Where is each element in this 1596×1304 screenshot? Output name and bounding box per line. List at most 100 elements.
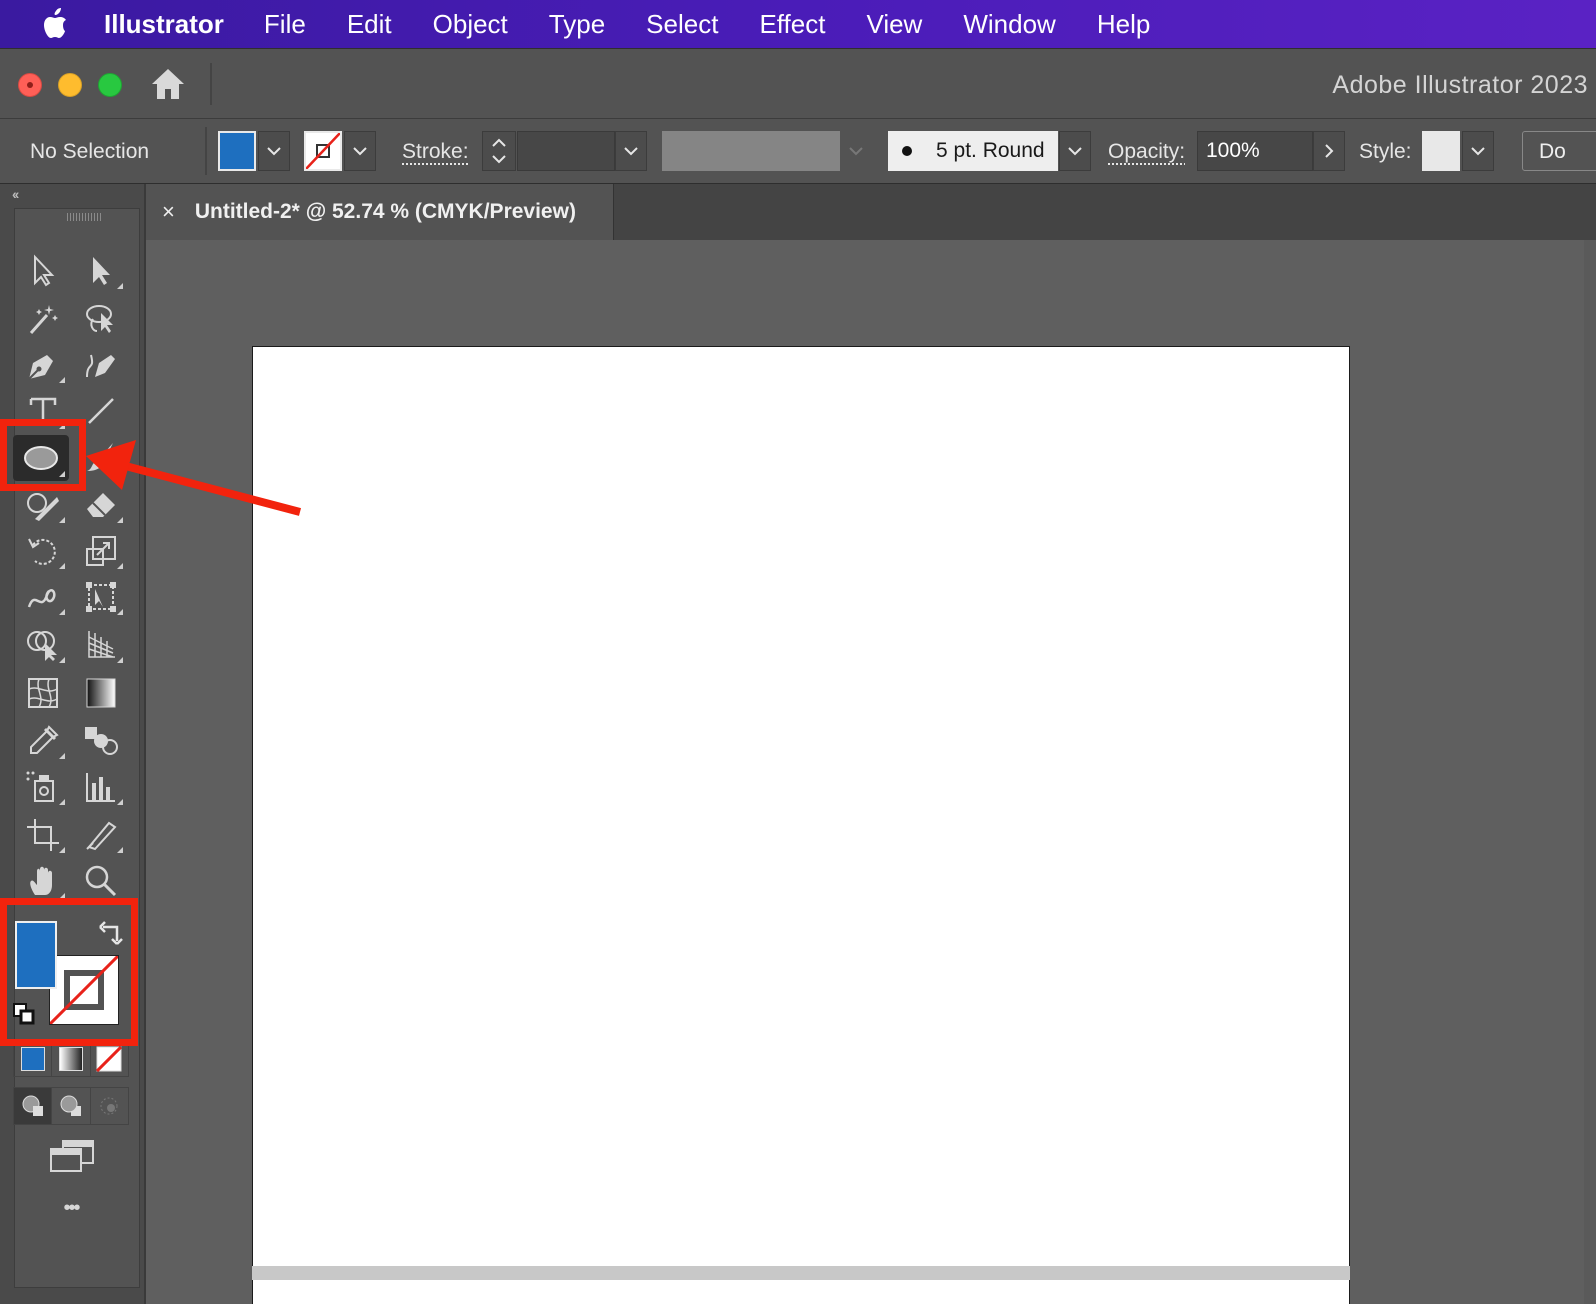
scale-icon <box>86 536 116 566</box>
swap-fill-stroke-icon[interactable] <box>99 921 125 947</box>
control-separator <box>205 127 207 175</box>
gradient-icon <box>86 678 116 708</box>
chevron-down-icon <box>849 147 863 156</box>
graphic-style-swatch[interactable] <box>1422 131 1460 171</box>
hand-icon <box>30 866 52 895</box>
zoom-window-button[interactable] <box>98 73 122 97</box>
document-setup-button[interactable]: Do <box>1522 131 1596 171</box>
gradient-mode-button[interactable] <box>51 1042 89 1076</box>
more-tools-indicator <box>59 471 65 477</box>
rotate-tool[interactable] <box>17 529 69 573</box>
home-icon[interactable] <box>150 67 186 101</box>
brush-dropdown[interactable] <box>1059 131 1091 171</box>
none-swatch-icon <box>96 1046 123 1072</box>
menu-select[interactable]: Select <box>646 9 718 40</box>
symbol-sprayer-icon <box>26 771 54 802</box>
menu-help[interactable]: Help <box>1097 9 1150 40</box>
brush-label: 5 pt. Round <box>936 139 1045 162</box>
selection-arrow-icon <box>34 254 55 287</box>
more-tools-indicator <box>59 563 65 569</box>
chevron-right-icon <box>1325 144 1334 158</box>
perspective-grid-icon <box>88 631 115 658</box>
slice-knife-icon <box>86 821 117 851</box>
stroke-color-box[interactable] <box>48 954 120 1026</box>
hand-tool[interactable] <box>17 859 69 903</box>
draw-normal-button[interactable] <box>14 1088 52 1124</box>
draw-inside-button[interactable] <box>89 1088 128 1124</box>
fill-swatch[interactable] <box>218 131 256 171</box>
toolbar-collapse-button[interactable]: ‹‹ <box>12 186 19 202</box>
fill-color-box[interactable] <box>15 921 57 989</box>
stroke-swatch[interactable] <box>304 131 342 171</box>
zoom-tool[interactable] <box>75 859 127 903</box>
pen-tool[interactable] <box>17 343 69 387</box>
free-transform-tool[interactable] <box>75 575 127 619</box>
close-window-button[interactable] <box>18 73 42 97</box>
menu-window[interactable]: Window <box>963 9 1055 40</box>
stroke-dropdown[interactable] <box>344 131 376 171</box>
shape-builder-tool[interactable] <box>17 623 69 667</box>
apple-logo-icon[interactable] <box>36 4 76 44</box>
default-fill-stroke-icon[interactable] <box>13 1003 35 1025</box>
curvature-tool[interactable] <box>75 343 127 387</box>
selection-tool[interactable] <box>17 249 69 293</box>
artboard[interactable] <box>252 346 1350 1304</box>
lasso-tool[interactable] <box>75 297 127 341</box>
shape-builder-icon <box>27 631 57 661</box>
stroke-weight-stepper[interactable] <box>482 131 516 171</box>
vertical-scrollbar[interactable] <box>1584 240 1596 1304</box>
menu-edit[interactable]: Edit <box>347 9 392 40</box>
minimize-window-button[interactable] <box>58 73 82 97</box>
toolbar-grip[interactable] <box>67 213 103 221</box>
shaper-tool[interactable] <box>17 483 69 527</box>
perspective-grid-tool[interactable] <box>75 623 127 667</box>
column-graph-tool[interactable] <box>75 765 127 809</box>
symbol-sprayer-tool[interactable] <box>17 765 69 809</box>
mesh-tool[interactable] <box>17 671 69 715</box>
variable-width-dropdown[interactable] <box>840 131 872 171</box>
more-tools-indicator <box>117 847 123 853</box>
edit-toolbar-button[interactable]: ••• <box>15 1197 127 1220</box>
opacity-label[interactable]: Opacity: <box>1108 140 1185 164</box>
draw-behind-button[interactable] <box>51 1088 89 1124</box>
line-segment-tool[interactable] <box>75 389 127 433</box>
artboard-tool[interactable] <box>17 813 69 857</box>
blend-tool[interactable] <box>75 719 127 763</box>
none-mode-button[interactable] <box>89 1042 128 1076</box>
opacity-input[interactable]: 100% <box>1197 131 1313 171</box>
ellipse-tool[interactable] <box>13 435 69 481</box>
stroke-weight-dropdown[interactable] <box>615 131 647 171</box>
variable-width-profile[interactable] <box>662 131 840 171</box>
stroke-weight-input[interactable] <box>517 131 615 171</box>
menu-object[interactable]: Object <box>433 9 508 40</box>
artboard-icon <box>27 819 59 851</box>
menu-file[interactable]: File <box>264 9 306 40</box>
menu-effect[interactable]: Effect <box>759 9 825 40</box>
chevron-down-icon <box>1068 147 1082 156</box>
document-setup-label: Do <box>1539 140 1566 163</box>
magic-wand-tool[interactable] <box>17 297 69 341</box>
screen-mode-icon[interactable] <box>49 1139 95 1173</box>
close-tab-button[interactable]: × <box>162 199 175 225</box>
slice-tool[interactable] <box>75 813 127 857</box>
opacity-expand-button[interactable] <box>1313 131 1345 171</box>
gradient-tool[interactable] <box>75 671 127 715</box>
scale-tool[interactable] <box>75 529 127 573</box>
document-tab[interactable]: × Untitled-2* @ 52.74 % (CMYK/Preview) <box>146 184 614 240</box>
direct-selection-tool[interactable] <box>75 249 127 293</box>
document-tab-title: Untitled-2* @ 52.74 % (CMYK/Preview) <box>194 200 576 223</box>
fill-dropdown[interactable] <box>258 131 290 171</box>
eyedropper-tool[interactable] <box>17 719 69 763</box>
annotation-arrow <box>86 440 302 516</box>
horizontal-scrollbar[interactable] <box>252 1266 1350 1280</box>
warp-tool[interactable] <box>17 575 69 619</box>
color-mode-button[interactable] <box>14 1042 51 1076</box>
type-tool[interactable] <box>17 389 69 433</box>
stroke-label[interactable]: Stroke: <box>402 140 469 164</box>
menu-view[interactable]: View <box>866 9 922 40</box>
menu-type[interactable]: Type <box>549 9 605 40</box>
warp-icon <box>27 589 56 608</box>
app-menu-illustrator[interactable]: Illustrator <box>104 9 224 40</box>
brush-definition[interactable]: 5 pt. Round <box>888 131 1058 171</box>
style-dropdown[interactable] <box>1462 131 1494 171</box>
